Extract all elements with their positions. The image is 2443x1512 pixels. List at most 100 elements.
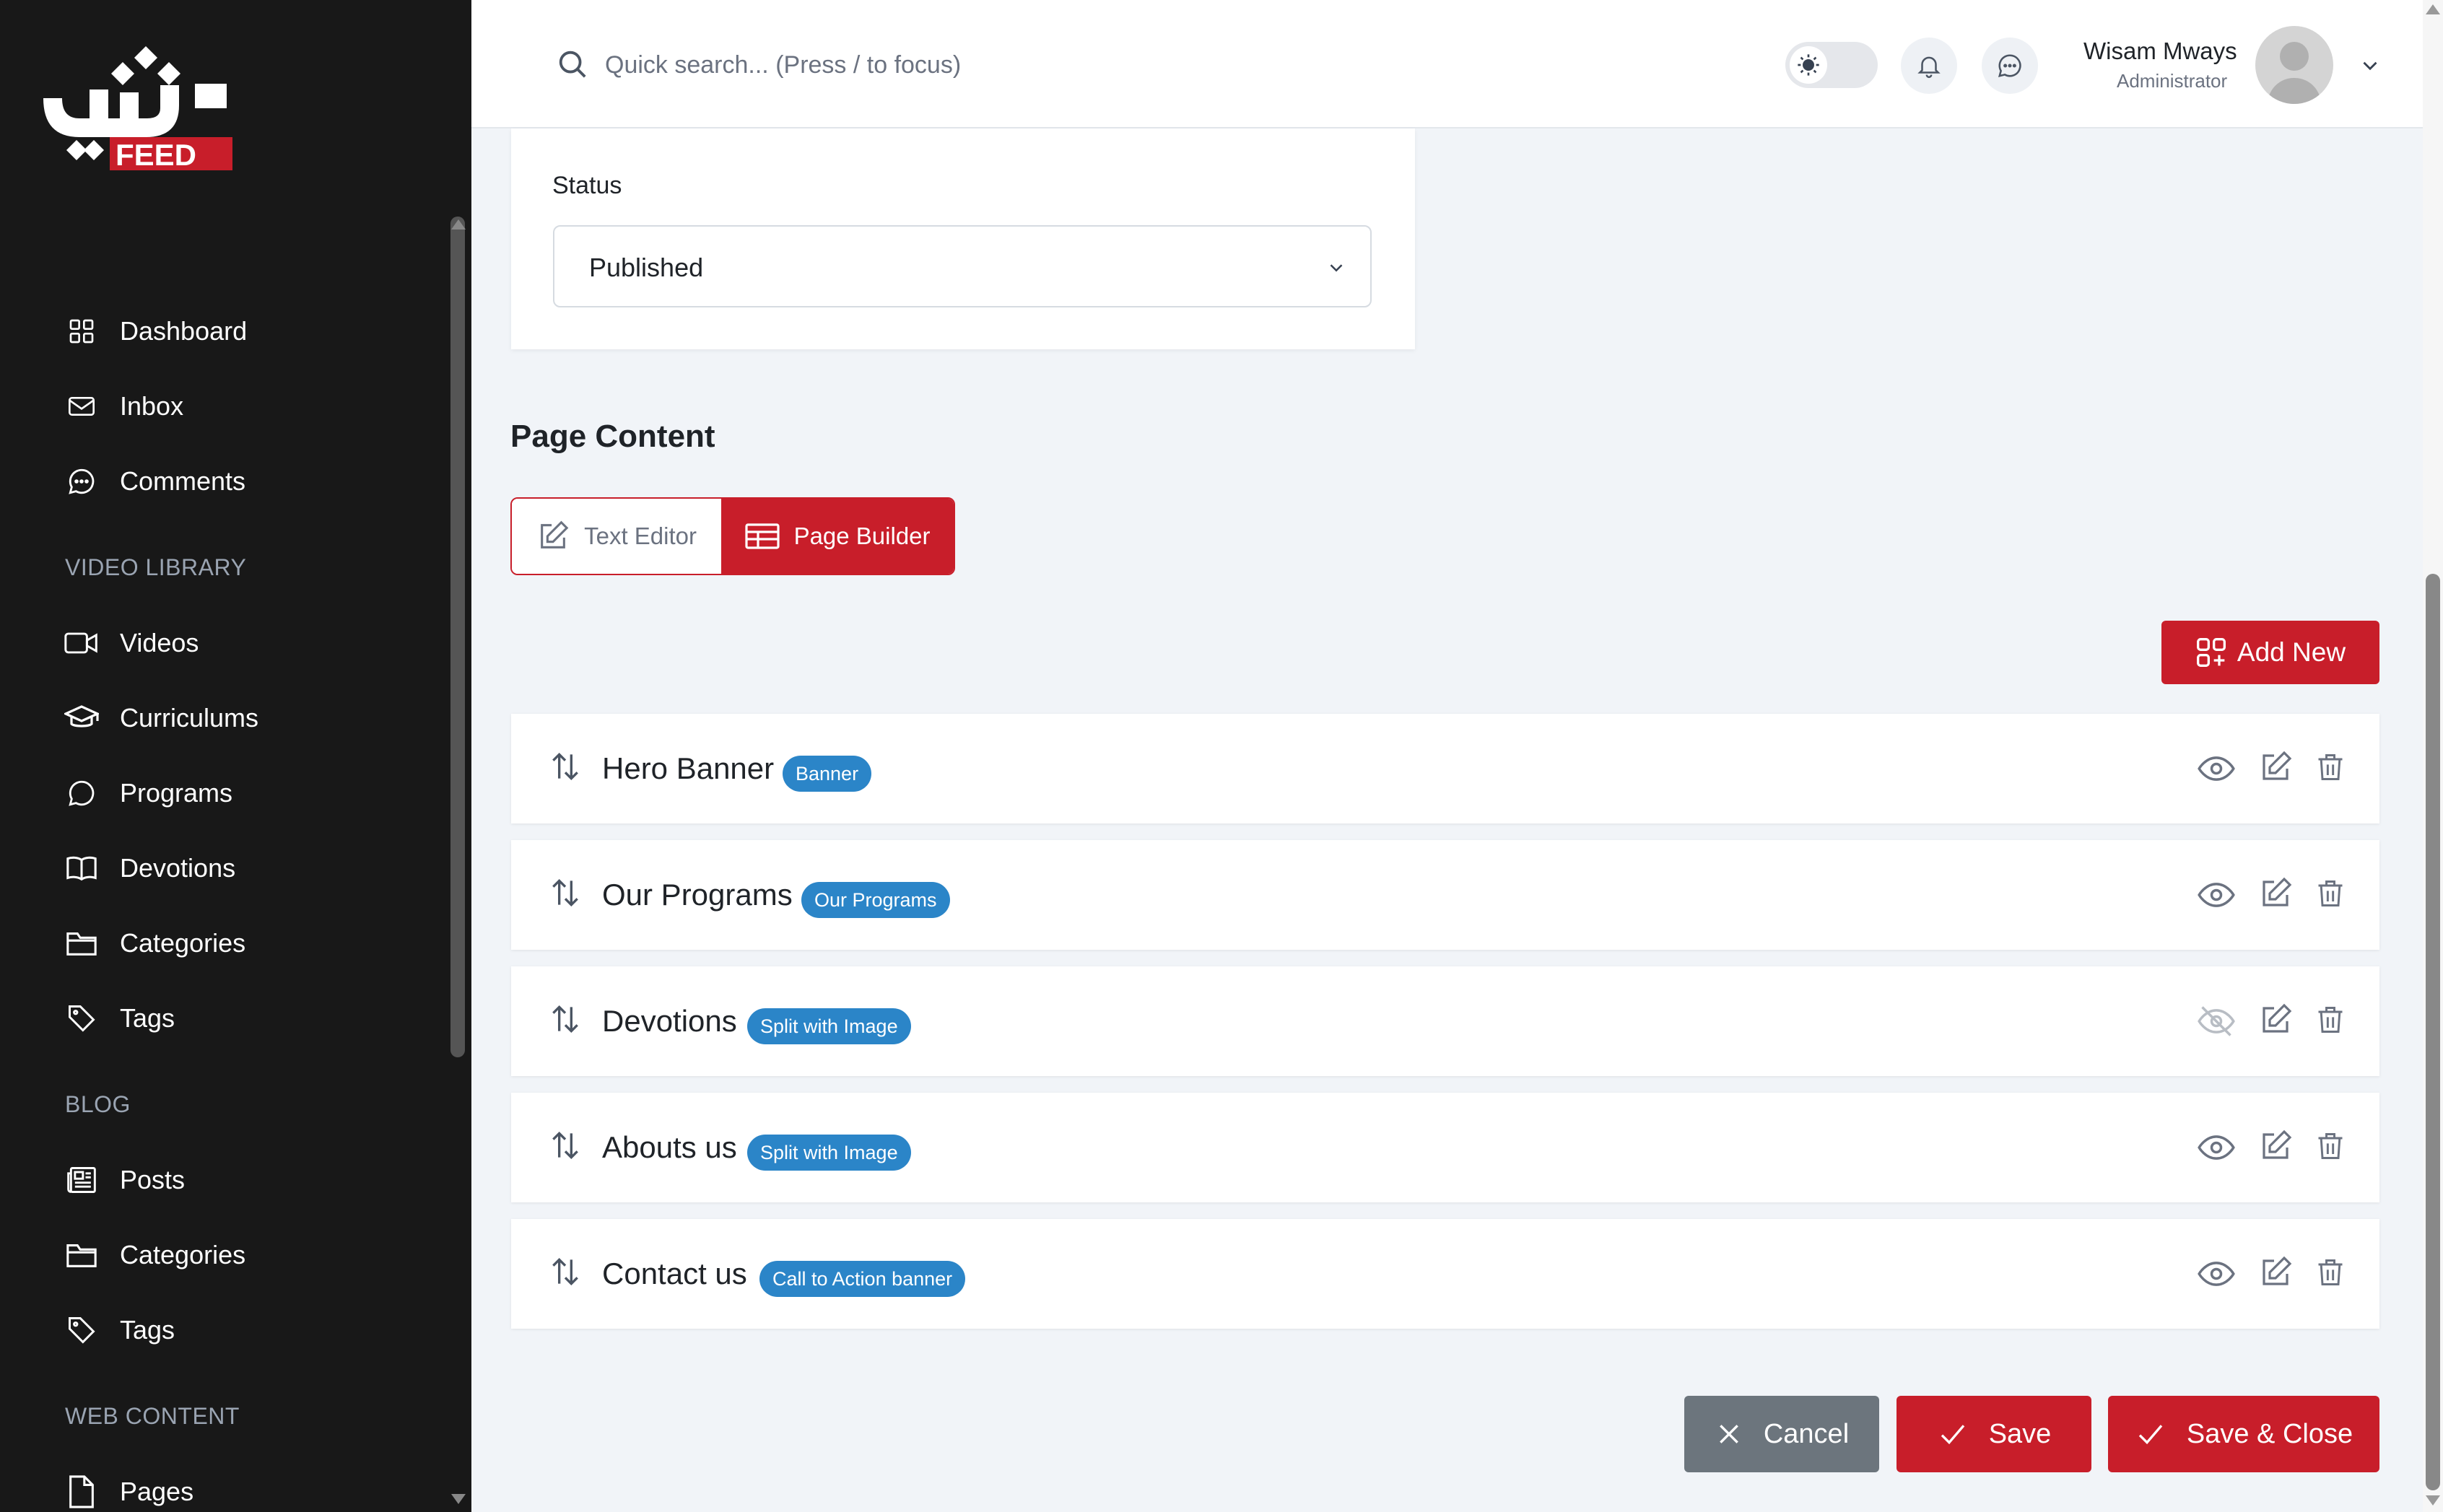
sidebar-item-blog-tags[interactable]: Tags <box>64 1305 175 1355</box>
book-icon <box>64 850 100 886</box>
status-label: Status <box>552 172 622 199</box>
sidebar-scrollbar[interactable] <box>450 217 465 1057</box>
save-button[interactable]: Save <box>1897 1396 2091 1472</box>
user-name[interactable]: Wisam Mways <box>2083 38 2237 65</box>
edit-icon <box>536 520 584 553</box>
sidebar-item-pages[interactable]: Pages <box>64 1467 193 1512</box>
status-select-value: Published <box>589 253 704 282</box>
section-title-video-library: VIDEO LIBRARY <box>65 554 247 580</box>
sidebar-item-comments[interactable]: Comments <box>64 456 245 507</box>
block-name: Contact us <box>602 1257 747 1290</box>
sidebar-item-label: Tags <box>120 1003 175 1033</box>
sidebar-item-devotions[interactable]: Devotions <box>64 843 235 893</box>
sidebar-item-curriculums[interactable]: Curriculums <box>64 693 258 743</box>
sidebar-item-tags[interactable]: Tags <box>64 993 175 1044</box>
search-input[interactable] <box>605 45 1255 85</box>
edit-icon[interactable] <box>2258 1255 2293 1290</box>
sidebar-item-inbox[interactable]: Inbox <box>64 381 183 432</box>
trash-icon[interactable] <box>2314 876 2346 911</box>
edit-icon[interactable] <box>2258 1002 2293 1037</box>
block-name: Devotions <box>602 1004 737 1038</box>
save-close-button[interactable]: Save & Close <box>2108 1396 2379 1472</box>
check-icon <box>2135 1420 2187 1448</box>
block-name: Abouts us <box>602 1130 737 1164</box>
page-scroll-up-icon[interactable] <box>2426 4 2440 14</box>
block-row-abouts-us[interactable]: Abouts us Split with Image <box>511 1093 2379 1202</box>
edit-icon[interactable] <box>2258 876 2293 911</box>
section-title-blog: BLOG <box>65 1091 131 1117</box>
block-type-badge: Split with Image <box>747 1008 911 1044</box>
eye-icon[interactable] <box>2198 750 2235 787</box>
avatar[interactable] <box>2255 26 2333 104</box>
add-new-label: Add New <box>2237 637 2346 667</box>
block-row-contact-us[interactable]: Contact us Call to Action banner <box>511 1219 2379 1329</box>
folder-icon <box>64 925 100 961</box>
user-menu-chevron-down-icon[interactable] <box>2358 53 2382 78</box>
sidebar-item-categories[interactable]: Categories <box>64 918 245 969</box>
sidebar-item-label: Programs <box>120 778 233 808</box>
text-editor-label: Text Editor <box>584 523 697 549</box>
block-name: Hero Banner <box>602 751 775 785</box>
sidebar-item-dashboard[interactable]: Dashboard <box>64 306 247 357</box>
page-scrollbar-thumb[interactable] <box>2426 574 2440 1490</box>
search-icon <box>556 48 589 81</box>
block-type-badge: Banner <box>783 756 872 792</box>
sidebar-item-videos[interactable]: Videos <box>64 618 199 668</box>
chevron-down-icon <box>1325 257 1347 279</box>
block-row-hero-banner[interactable]: Hero Banner Banner <box>511 714 2379 823</box>
sidebar-item-label: Pages <box>120 1477 194 1506</box>
drag-handle-icon[interactable] <box>547 875 583 911</box>
sidebar-scroll-up-icon[interactable] <box>451 219 466 230</box>
drag-handle-icon[interactable] <box>547 1254 583 1290</box>
cancel-label: Cancel <box>1763 1418 1850 1449</box>
drag-handle-icon[interactable] <box>547 1001 583 1037</box>
trash-icon[interactable] <box>2314 750 2346 785</box>
message-circle-icon <box>64 775 100 811</box>
sidebar-item-label: Videos <box>120 628 199 657</box>
add-new-button[interactable]: Add New <box>2161 621 2379 684</box>
sidebar-item-label: Posts <box>120 1165 186 1194</box>
sidebar: FEED Dashboard Inbox Comments VIDEO LIBR… <box>0 0 471 1512</box>
messages-button[interactable] <box>1982 38 2038 94</box>
trash-icon[interactable] <box>2314 1129 2346 1163</box>
feed-logo[interactable]: FEED <box>38 42 240 172</box>
eye-icon[interactable] <box>2198 1255 2235 1293</box>
block-type-badge: Our Programs <box>801 882 950 918</box>
page-scroll-down-icon[interactable] <box>2426 1495 2440 1506</box>
trash-icon[interactable] <box>2314 1002 2346 1037</box>
sidebar-item-label: Categories <box>120 928 246 958</box>
theme-toggle[interactable] <box>1785 42 1878 88</box>
drag-handle-icon[interactable] <box>547 748 583 785</box>
block-row-our-programs[interactable]: Our Programs Our Programs <box>511 840 2379 950</box>
eye-icon[interactable] <box>2198 1129 2235 1166</box>
tag-icon <box>64 1312 100 1348</box>
chat-icon <box>1996 52 2024 79</box>
notifications-button[interactable] <box>1901 38 1957 94</box>
text-editor-button[interactable]: Text Editor <box>512 499 722 574</box>
editor-mode-toggle: Text Editor Page Builder <box>510 497 955 575</box>
eye-icon[interactable] <box>2198 876 2235 914</box>
sidebar-item-label: Tags <box>120 1315 175 1345</box>
block-row-devotions[interactable]: Devotions Split with Image <box>511 966 2379 1076</box>
page-builder-button[interactable]: Page Builder <box>721 499 954 574</box>
sidebar-item-blog-categories[interactable]: Categories <box>64 1230 245 1280</box>
trash-icon[interactable] <box>2314 1255 2346 1290</box>
sidebar-item-label: Curriculums <box>120 703 259 733</box>
sidebar-item-label: Categories <box>120 1240 246 1270</box>
status-select[interactable]: Published <box>553 225 1372 307</box>
svg-text:FEED: FEED <box>116 138 196 172</box>
edit-icon[interactable] <box>2258 750 2293 785</box>
newspaper-icon <box>64 1162 100 1198</box>
sidebar-item-posts[interactable]: Posts <box>64 1155 185 1205</box>
video-icon <box>64 625 100 661</box>
add-block-icon <box>2195 637 2237 668</box>
drag-handle-icon[interactable] <box>547 1127 583 1163</box>
cancel-button[interactable]: Cancel <box>1684 1396 1879 1472</box>
sidebar-item-programs[interactable]: Programs <box>64 768 232 818</box>
chat-icon <box>64 463 100 499</box>
eye-off-icon[interactable] <box>2198 1002 2235 1040</box>
edit-icon[interactable] <box>2258 1129 2293 1163</box>
sidebar-item-label: Dashboard <box>120 316 248 346</box>
sidebar-scroll-down-icon[interactable] <box>451 1494 466 1504</box>
tag-icon <box>64 1000 100 1036</box>
